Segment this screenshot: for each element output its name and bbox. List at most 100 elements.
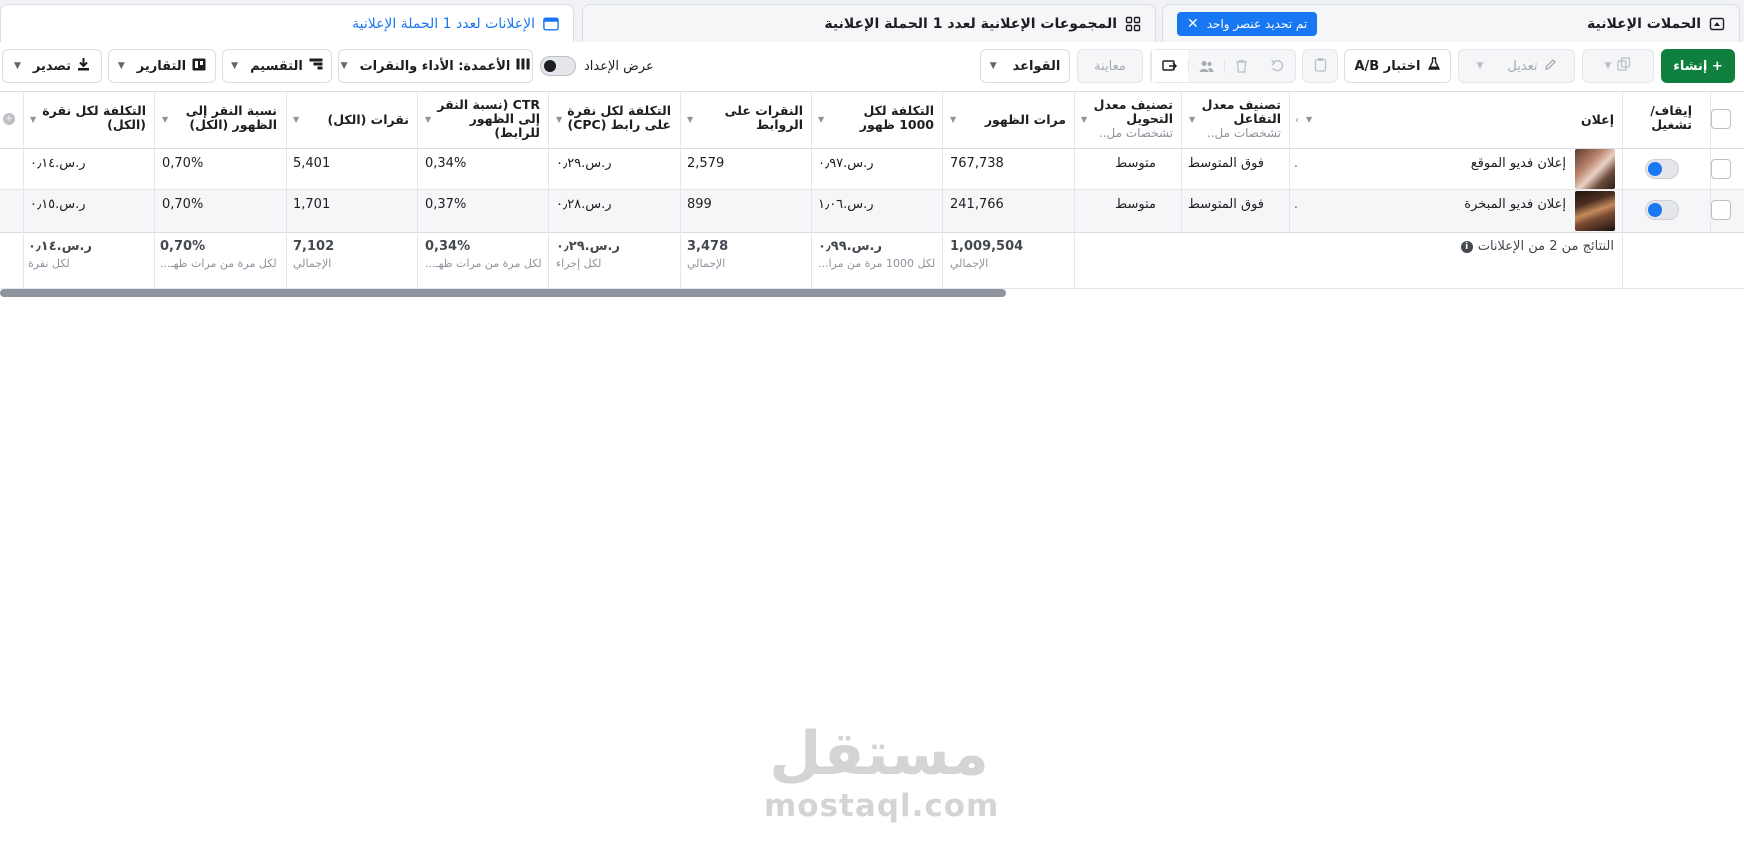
row-toggle[interactable] — [1645, 159, 1679, 179]
ad-dot: . — [1293, 156, 1298, 171]
header-engagement-rank-label: تصنيف معدل التفاعل — [1201, 97, 1281, 126]
breakdown-button[interactable]: التقسيم ▼ — [222, 49, 332, 83]
header-impressions[interactable]: مرات الظهور — [956, 113, 1066, 127]
trash-icon[interactable] — [1223, 59, 1260, 73]
ad-name-link[interactable]: إعلان فديو المبخرة — [1346, 197, 1566, 212]
info-icon[interactable]: i — [1460, 240, 1473, 253]
tab-campaigns-label: الحملات الإعلانية — [1587, 15, 1701, 32]
summary-cpm-value: ر.س.٠٫٩٩ — [818, 239, 882, 254]
conversion-rank-value: متوسط — [1115, 156, 1156, 171]
clicks-all-value: 1,701 — [293, 197, 331, 212]
rules-button[interactable]: القواعد ▼ — [980, 49, 1070, 83]
header-cpm[interactable]: التكلفة لكل 1000 ظهور — [834, 104, 934, 132]
chevron-down-icon[interactable]: ▼ — [425, 115, 431, 124]
row-checkbox[interactable] — [1711, 159, 1731, 179]
cpc-all-value: ر.س.٠٫١٤ — [30, 156, 86, 171]
summary-impressions-value: 1,009,504 — [950, 239, 1024, 254]
summary-label-text: النتائج من 2 من الإعلانات — [1477, 239, 1614, 254]
summary-clicks-all-label: الإجمالي — [293, 257, 332, 270]
col-divider — [23, 91, 24, 288]
chevron-down-icon[interactable]: ▼ — [30, 115, 36, 124]
preview-button-label: معاينة — [1094, 58, 1126, 74]
undo-icon[interactable] — [1259, 59, 1295, 73]
edit-button[interactable]: تعديل ▼ — [1458, 49, 1575, 83]
setup-view-toggle[interactable]: عرض الإعداد — [540, 49, 654, 83]
audience-icon[interactable] — [1187, 59, 1224, 73]
watermark-latin: mostaql.com — [764, 788, 1000, 824]
header-clicks-all[interactable]: نقرات (الكل) — [309, 113, 410, 127]
summary-clicks-all: 7,102 الإجمالي — [293, 239, 411, 270]
chevron-down-icon[interactable]: ▼ — [1189, 115, 1195, 124]
edit-button-label: تعديل — [1507, 58, 1538, 74]
setup-view-switch[interactable] — [540, 56, 576, 76]
column-resize-handle[interactable]: ‹ — [1295, 115, 1299, 126]
summary-impressions: 1,009,504 الإجمالي — [950, 239, 1062, 270]
preview-button[interactable]: معاينة — [1077, 49, 1143, 83]
breakdown-icon — [309, 58, 323, 74]
conversion-rank-value: متوسط — [1115, 197, 1156, 212]
ab-test-label: اختبار A/B — [1354, 58, 1421, 74]
col-divider — [811, 91, 812, 288]
header-onoff[interactable]: إيقاف/ تشغيل — [1622, 104, 1692, 132]
header-ctr[interactable]: CTR (نسبة النقر إلى الظهور للرابط) — [424, 98, 540, 140]
ab-test-button[interactable]: اختبار A/B — [1344, 49, 1451, 83]
columns-button[interactable]: الأعمدة: الأداء والنقرات ▼ — [338, 49, 533, 83]
summary-ctr-label: لكل مرة من مرات ظهـ... — [425, 257, 542, 270]
selection-pill[interactable]: تم تحديد عنصر واحد ✕ — [1177, 11, 1318, 36]
col-divider — [548, 91, 549, 288]
share-icon[interactable] — [1151, 50, 1188, 82]
chevron-down-icon[interactable]: ▼ — [556, 115, 562, 124]
tab-ads[interactable]: الإعلانات لعدد 1 الحملة الإعلانية — [0, 4, 574, 43]
row-checkbox[interactable] — [1711, 200, 1731, 220]
ad-thumbnail[interactable] — [1575, 191, 1615, 231]
chevron-down-icon[interactable]: ▼ — [293, 115, 299, 124]
header-cpc[interactable]: التكلفة لكل نقرة على رابط (CPC) — [561, 104, 671, 132]
reports-button[interactable]: التقارير ▼ — [108, 49, 216, 83]
summary-link-clicks: 3,478 الإجمالي — [687, 239, 805, 270]
row-toggle[interactable] — [1645, 200, 1679, 220]
ctr-value: 0,34% — [425, 156, 467, 171]
summary-top-border — [0, 232, 1744, 233]
chevron-down-icon[interactable]: ▼ — [1081, 115, 1087, 124]
export-button[interactable]: تصدير ▼ — [2, 49, 102, 83]
copy-icon — [1617, 57, 1631, 75]
cpc-value: ر.س.٠٫٢٨ — [556, 197, 612, 212]
summary-cpm-label: لكل 1000 مرة من مرا... — [818, 257, 936, 270]
chevron-down-icon[interactable]: ▼ — [1306, 115, 1312, 124]
chevron-down-icon[interactable]: ▼ — [818, 115, 824, 124]
select-all-checkbox[interactable] — [1711, 109, 1731, 129]
reports-button-label: التقارير — [136, 58, 187, 74]
link-clicks-value: 2,579 — [687, 156, 725, 171]
table-top-border — [0, 91, 1744, 92]
chevron-down-icon[interactable]: ▼ — [950, 115, 956, 124]
chevron-down-icon[interactable]: ▼ — [687, 115, 693, 124]
ad-thumbnail[interactable] — [1575, 149, 1615, 189]
header-ctr-all[interactable]: نسبة النقر إلى الظهور (الكل) — [177, 104, 277, 132]
selection-pill-label: تم تحديد عنصر واحد — [1206, 16, 1308, 31]
clipboard-button[interactable] — [1302, 49, 1338, 83]
header-cpc-all[interactable]: التكلفة لكل نقرة (الكل) — [36, 104, 146, 132]
duplicate-button[interactable]: ▼ — [1582, 49, 1654, 83]
chevron-down-icon: ▼ — [1604, 61, 1612, 71]
create-button[interactable]: + إنشاء — [1661, 49, 1735, 83]
clipboard-icon — [1314, 57, 1327, 76]
close-icon[interactable]: ✕ — [1187, 16, 1199, 32]
ad-name-link[interactable]: إعلان فديو الموقع — [1346, 156, 1566, 171]
engagement-rank-value: فوق المتوسط — [1187, 156, 1264, 171]
summary-link-clicks-value: 3,478 — [687, 239, 729, 254]
ad-dot: . — [1293, 197, 1298, 212]
add-column-icon[interactable]: + — [3, 113, 15, 125]
header-link-clicks[interactable]: النقرات على الروابط — [713, 104, 803, 132]
cpm-value: ر.س.١٫٠٦ — [818, 197, 874, 212]
tab-adsets[interactable]: المجموعات الإعلانية لعدد 1 الحملة الإعلا… — [582, 4, 1156, 42]
horizontal-scrollbar[interactable] — [0, 289, 1006, 297]
chevron-down-icon: ▼ — [989, 61, 997, 71]
header-engagement-rank[interactable]: تصنيف معدل التفاعل تشخصات مل.. — [1185, 97, 1281, 141]
header-conversion-rank[interactable]: تصنيف معدل التحويل تشخصات مل.. — [1077, 98, 1173, 141]
tab-campaigns[interactable]: الحملات الإعلانية تم تحديد عنصر واحد ✕ — [1162, 4, 1740, 42]
chevron-down-icon[interactable]: ▼ — [162, 115, 168, 124]
header-ad[interactable]: إعلان — [1414, 113, 1614, 127]
impressions-value: 767,738 — [950, 156, 1004, 171]
col-divider — [680, 91, 681, 288]
header-engagement-rank-sub: تشخصات مل.. — [1206, 126, 1281, 140]
